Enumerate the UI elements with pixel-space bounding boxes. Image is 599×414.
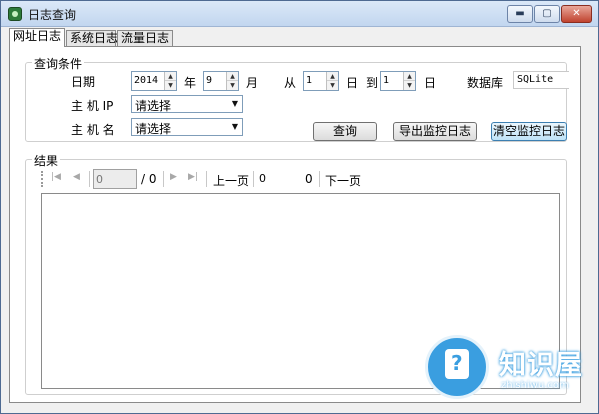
month-unit-label: 月: [246, 76, 259, 90]
record-count-input[interactable]: 0: [257, 169, 301, 189]
from-day-down-arrow-icon[interactable]: ▼: [327, 81, 338, 90]
watermark-logo: 知识屋 zhishiwu.com: [425, 335, 595, 401]
total-pages-label: / 0: [141, 172, 157, 186]
from-day-spinner[interactable]: 1 ▲ ▼: [303, 71, 339, 91]
previous-page-icon[interactable]: ◀: [73, 172, 80, 182]
clear-log-button[interactable]: 清空监控日志: [491, 122, 567, 141]
first-page-icon[interactable]: |◀: [51, 172, 61, 182]
next-page-icon[interactable]: ▶: [170, 172, 177, 182]
query-button[interactable]: 查询: [313, 122, 377, 141]
year-value: 2014: [134, 75, 159, 86]
to-label: 到: [366, 76, 379, 90]
question-mark-icon: [425, 335, 489, 399]
year-down-arrow-icon[interactable]: ▼: [165, 81, 176, 90]
export-log-button[interactable]: 导出监控日志: [393, 122, 477, 141]
previous-page-button[interactable]: 上一页: [213, 172, 249, 189]
watermark-url: zhishiwu.com: [501, 380, 569, 391]
last-page-icon[interactable]: ▶|: [188, 172, 198, 182]
host-name-value: 请选择: [135, 122, 172, 136]
query-conditions-title: 查询条件: [32, 55, 85, 72]
from-day-value: 1: [306, 75, 313, 86]
from-day-unit-label: 日: [346, 76, 359, 90]
minimize-button[interactable]: ▬: [507, 5, 533, 23]
host-ip-value: 请选择: [135, 99, 172, 113]
chevron-down-icon: ▼: [231, 122, 238, 131]
tab-system-log[interactable]: 系统日志: [66, 30, 118, 47]
close-button[interactable]: ✕: [561, 5, 592, 23]
toolbar-separator: [253, 171, 254, 187]
to-day-value: 1: [383, 75, 390, 86]
record-count-left-value: 0: [259, 172, 266, 185]
current-page-value: 0: [96, 173, 103, 186]
results-title: 结果: [32, 152, 61, 169]
year-unit-label: 年: [184, 76, 197, 90]
database-label: 数据库: [467, 76, 504, 90]
toolbar-separator: [89, 171, 90, 187]
host-ip-label: 主 机 IP: [71, 99, 114, 113]
toolbar-grip[interactable]: [41, 171, 44, 187]
tab-traffic-log[interactable]: 流量日志: [117, 30, 173, 47]
log-query-window: 日志查询 ▬ ▢ ✕ 网址日志 系统日志 流量日志 查询条件 日期 2014 ▲…: [0, 0, 599, 414]
toolbar-separator: [163, 171, 164, 187]
watermark-name: 知识屋: [499, 350, 583, 381]
database-field[interactable]: SQLite: [513, 71, 569, 89]
date-label: 日期: [71, 75, 96, 89]
host-ip-select[interactable]: 请选择 ▼: [131, 95, 243, 113]
month-down-arrow-icon[interactable]: ▼: [227, 81, 238, 90]
month-up-arrow-icon[interactable]: ▲: [227, 72, 238, 81]
record-count-label: 0: [305, 172, 313, 186]
to-day-up-arrow-icon[interactable]: ▲: [404, 72, 415, 81]
next-page-button[interactable]: 下一页: [325, 172, 361, 189]
toolbar-separator: [319, 171, 320, 187]
current-page-input[interactable]: 0: [93, 169, 137, 189]
to-day-down-arrow-icon[interactable]: ▼: [404, 81, 415, 90]
database-value: SQLite: [517, 74, 554, 85]
tab-url-log[interactable]: 网址日志: [9, 28, 65, 47]
month-value: 9: [206, 75, 213, 86]
to-day-unit-label: 日: [424, 76, 437, 90]
year-spinner[interactable]: 2014 ▲ ▼: [131, 71, 177, 91]
maximize-button[interactable]: ▢: [534, 5, 560, 23]
year-up-arrow-icon[interactable]: ▲: [165, 72, 176, 81]
from-day-up-arrow-icon[interactable]: ▲: [327, 72, 338, 81]
from-label: 从: [284, 76, 297, 90]
pagination-toolbar: |◀ ◀ 0 / 0 ▶ ▶| 上一页 0 0 下一页: [37, 168, 564, 190]
app-icon: [8, 7, 22, 21]
window-title: 日志查询: [28, 8, 77, 22]
host-name-label: 主 机 名: [71, 123, 115, 137]
host-name-select[interactable]: 请选择 ▼: [131, 118, 243, 136]
title-bar[interactable]: 日志查询 ▬ ▢ ✕: [1, 1, 598, 27]
to-day-spinner[interactable]: 1 ▲ ▼: [380, 71, 416, 91]
toolbar-separator: [206, 171, 207, 187]
month-spinner[interactable]: 9 ▲ ▼: [203, 71, 239, 91]
chevron-down-icon: ▼: [231, 99, 238, 108]
